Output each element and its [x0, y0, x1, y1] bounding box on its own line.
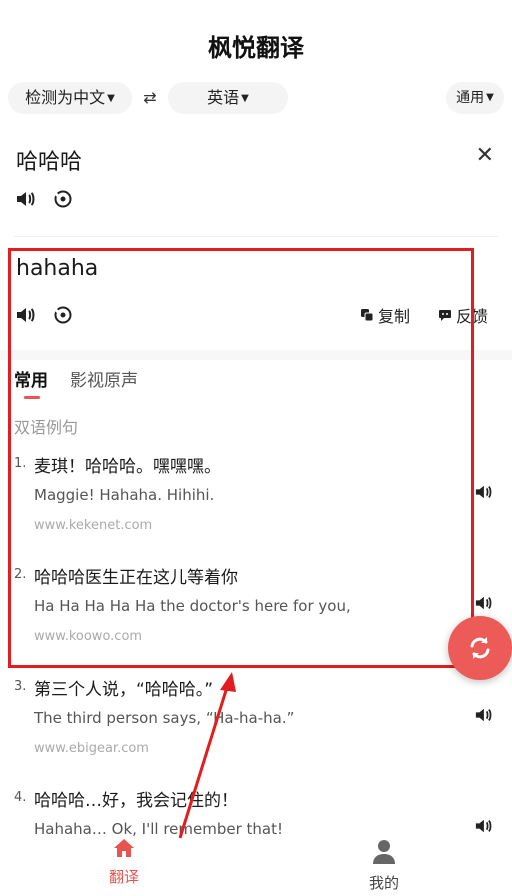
- app-title: 枫悦翻译: [208, 34, 304, 62]
- refresh-icon: [470, 637, 490, 659]
- active-tab-indicator: [24, 396, 40, 399]
- example-english: Maggie! Hahaha. Hihihi.: [34, 486, 215, 504]
- list-item: 4. 哈哈哈…好，我会记住的！ Hahaha… Ok, I'll remembe…: [14, 786, 494, 838]
- source-text[interactable]: 哈哈哈: [16, 144, 82, 176]
- list-item: 1. 麦琪！哈哈哈。嘿嘿嘿。 Maggie! Hahaha. Hihihi. w…: [14, 452, 494, 542]
- domain-select[interactable]: 通用 ▼: [446, 82, 504, 114]
- swap-languages-icon[interactable]: ⇄: [138, 86, 162, 110]
- example-chinese: 第三个人说，“哈哈哈。”: [34, 680, 214, 700]
- target-language-select[interactable]: 英语 ▼: [168, 82, 288, 114]
- example-number: 3.: [14, 679, 27, 694]
- speaker-icon[interactable]: [474, 484, 496, 506]
- nav-translate-label: 翻译: [108, 868, 139, 886]
- list-item: 3. 第三个人说，“哈哈哈。” The third person says, “…: [14, 675, 494, 765]
- speaker-icon[interactable]: [474, 707, 496, 729]
- section-separator: [0, 350, 512, 360]
- bottom-nav: 翻译 我的: [0, 838, 512, 896]
- example-chinese: 哈哈哈…好，我会记住的！: [34, 791, 238, 811]
- nav-translate[interactable]: 翻译: [64, 838, 184, 887]
- slow-playback-icon[interactable]: [52, 304, 74, 326]
- feedback-label: 反馈: [456, 307, 489, 326]
- divider: [14, 236, 498, 237]
- example-english: The third person says, “Ha-ha-ha.”: [34, 709, 295, 727]
- section-title: 双语例句: [14, 418, 79, 437]
- copy-button[interactable]: 复制: [360, 303, 410, 327]
- caret-down-icon: ▼: [486, 92, 494, 103]
- example-source[interactable]: www.ebigear.com: [34, 741, 149, 756]
- speaker-icon[interactable]: [474, 595, 496, 617]
- source-input-area[interactable]: 哈哈哈 ✕: [0, 138, 512, 232]
- example-number: 2.: [14, 567, 27, 582]
- source-actions: [14, 188, 74, 210]
- tab-label: 常用: [14, 371, 48, 391]
- source-language-select[interactable]: 检测为中文 ▼: [8, 82, 132, 114]
- caret-down-icon: ▼: [107, 92, 115, 104]
- result-actions: [14, 304, 74, 326]
- header: 枫悦翻译: [0, 0, 512, 80]
- slow-playback-icon[interactable]: [52, 188, 74, 210]
- language-bar: 检测为中文 ▼ ⇄ 英语 ▼ 通用 ▼: [0, 82, 512, 114]
- tab-common[interactable]: 常用: [14, 366, 48, 406]
- caret-down-icon: ▼: [241, 92, 249, 104]
- list-item: 2. 哈哈哈医生正在这儿等着你 Ha Ha Ha Ha Ha the docto…: [14, 563, 494, 653]
- source-language-label: 检测为中文: [25, 88, 106, 107]
- example-chinese: 哈哈哈医生正在这儿等着你: [34, 568, 238, 588]
- clear-icon[interactable]: ✕: [476, 144, 494, 168]
- retranslate-fab[interactable]: [448, 616, 512, 680]
- target-language-label: 英语: [207, 88, 240, 107]
- example-number: 4.: [14, 790, 27, 805]
- home-icon: [114, 839, 134, 857]
- copy-icon: [361, 309, 374, 322]
- copy-label: 复制: [378, 307, 411, 326]
- example-source[interactable]: www.kekenet.com: [34, 518, 152, 533]
- example-source[interactable]: www.koowo.com: [34, 629, 142, 644]
- example-english: Ha Ha Ha Ha Ha the doctor's here for you…: [34, 597, 351, 615]
- feedback-button[interactable]: 反馈: [438, 303, 488, 327]
- example-tabs: 常用 影视原声: [14, 366, 138, 406]
- domain-label: 通用: [456, 90, 485, 106]
- example-number: 1.: [14, 456, 27, 471]
- feedback-icon: [439, 310, 451, 321]
- nav-mine-label: 我的: [368, 874, 399, 892]
- speaker-icon[interactable]: [14, 188, 36, 210]
- tab-film-audio[interactable]: 影视原声: [70, 366, 138, 406]
- example-chinese: 麦琪！哈哈哈。嘿嘿嘿。: [34, 457, 221, 477]
- speaker-icon[interactable]: [474, 818, 496, 840]
- speaker-icon[interactable]: [14, 304, 36, 326]
- translation-result: hahaha: [16, 256, 99, 281]
- nav-mine[interactable]: 我的: [324, 838, 444, 893]
- example-english: Hahaha… Ok, I'll remember that!: [34, 820, 283, 838]
- tab-label: 影视原声: [70, 371, 138, 391]
- user-icon: [373, 840, 395, 864]
